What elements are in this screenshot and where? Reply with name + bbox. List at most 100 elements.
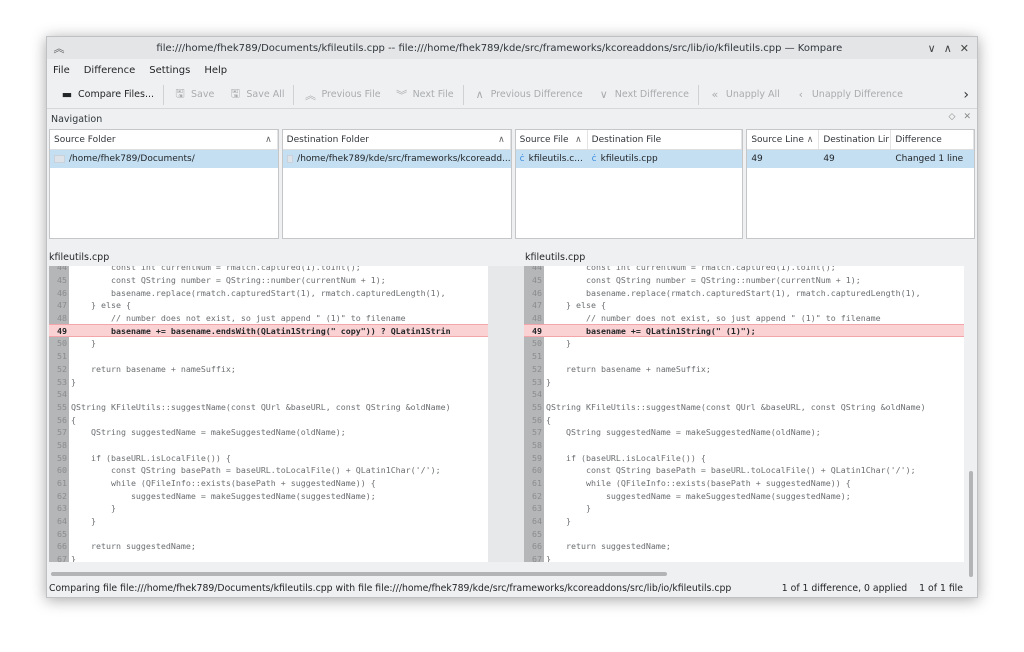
code-line[interactable]: 59 if (baseURL.isLocalFile()) { — [524, 451, 964, 464]
code-line[interactable]: 54 — [524, 387, 964, 401]
destination-line-header[interactable]: Destination Lir — [819, 130, 892, 149]
code-line[interactable]: 58 — [49, 438, 488, 452]
toolbar-overflow-chevron-icon[interactable]: › — [963, 87, 977, 103]
code-line[interactable]: 57 QString suggestedName = makeSuggested… — [524, 425, 964, 439]
destination-folder-header[interactable]: Destination Folder ∧ — [283, 130, 511, 149]
sort-ascending-icon: ∧ — [575, 134, 582, 145]
next-file-button[interactable]: ︾ Next File — [388, 84, 461, 106]
code-line[interactable]: 46 basename.replace(rmatch.capturedStart… — [49, 286, 488, 300]
code-line[interactable]: 53} — [49, 375, 488, 388]
close-button[interactable]: ✕ — [960, 42, 969, 55]
changed-code-line[interactable]: 49 basename += QLatin1String(" (1)"); — [524, 324, 964, 338]
code-line[interactable]: 62 suggestedName = makeSuggestedName(sug… — [49, 489, 488, 503]
code-line[interactable]: 46 basename.replace(rmatch.capturedStart… — [524, 286, 964, 300]
menu-difference[interactable]: Difference — [84, 65, 136, 76]
line-number: 55 — [49, 400, 69, 414]
code-line[interactable]: 56{ — [49, 413, 488, 426]
code-line[interactable]: 55 QString KFileUtils::suggestName(const … — [49, 400, 488, 414]
left-file-title: kfileutils.cpp — [49, 251, 110, 263]
code-line[interactable]: 59 if (baseURL.isLocalFile()) { — [49, 451, 488, 464]
code-line[interactable]: 52 return basename + nameSuffix; — [49, 362, 488, 376]
code-line[interactable]: 66 return suggestedName; — [49, 540, 488, 553]
code-line[interactable]: 53} — [524, 375, 964, 388]
line-number: 62 — [524, 489, 544, 503]
line-text: } else { — [71, 300, 131, 311]
source-line-number: 49 — [751, 154, 763, 164]
difference-row[interactable]: 49 49 Changed 1 line — [747, 150, 974, 168]
code-line[interactable]: 67} — [49, 552, 488, 562]
destination-code-pane[interactable]: 44 const int currentNum = rmatch.capture… — [524, 266, 964, 562]
code-line[interactable]: 64 } — [49, 514, 488, 528]
code-line[interactable]: 54 — [49, 387, 488, 401]
save-button[interactable]: 🖫 Save — [166, 84, 221, 106]
line-text: } — [546, 376, 551, 387]
menu-file[interactable]: File — [53, 65, 70, 76]
right-file-title: kfileutils.cpp — [525, 251, 586, 263]
code-line[interactable]: 64 } — [524, 514, 964, 528]
close-panel-icon[interactable]: ✕ — [963, 112, 971, 122]
maximize-button[interactable]: ∧ — [944, 42, 952, 55]
source-line-header[interactable]: Source Line ∧ — [747, 130, 820, 149]
previous-difference-button[interactable]: ∧ Previous Difference — [466, 84, 590, 106]
line-text: QString KFileUtils::suggestName(const QU… — [71, 401, 451, 412]
code-line[interactable]: 58 — [524, 438, 964, 452]
float-panel-icon[interactable]: ◇ — [949, 112, 956, 122]
destination-file-header[interactable]: Destination File — [588, 130, 743, 149]
line-text: } — [71, 516, 96, 527]
code-line[interactable]: 48 // number does not exist, so just app… — [49, 311, 488, 325]
line-text: return suggestedName; — [71, 541, 196, 552]
code-line[interactable]: 63 } — [524, 502, 964, 515]
vertical-scrollbar[interactable] — [969, 471, 973, 577]
line-text: const int currentNum = rmatch.captured(1… — [546, 266, 836, 273]
source-code-pane[interactable]: 44 const int currentNum = rmatch.capture… — [49, 266, 488, 562]
menu-help[interactable]: Help — [204, 65, 227, 76]
source-folder-row[interactable]: /home/fhek789/Documents/ — [50, 150, 278, 168]
code-line[interactable]: 47 } else { — [49, 299, 488, 312]
code-line[interactable]: 61 while (QFileInfo::exists(basePath + s… — [524, 476, 964, 490]
line-number: 50 — [49, 337, 69, 350]
cpp-file-icon: ċ — [591, 154, 597, 164]
save-all-button[interactable]: 🖫 Save All — [221, 84, 291, 106]
code-line[interactable]: 63 } — [49, 502, 488, 515]
code-line[interactable]: 62 suggestedName = makeSuggestedName(sug… — [524, 489, 964, 503]
unapply-difference-button[interactable]: ‹ Unapply Difference — [787, 84, 910, 106]
code-line[interactable]: 60 const QString basePath = baseURL.toLo… — [49, 464, 488, 477]
previous-file-button[interactable]: ︽ Previous File — [296, 84, 387, 106]
code-line[interactable]: 51 — [49, 349, 488, 363]
menu-settings[interactable]: Settings — [149, 65, 190, 76]
code-line[interactable]: 50 } — [524, 337, 964, 350]
code-line[interactable]: 55 QString KFileUtils::suggestName(const … — [524, 400, 964, 414]
line-number: 58 — [49, 438, 69, 452]
unapply-all-button[interactable]: « Unapply All — [701, 84, 787, 106]
code-line[interactable]: 52 return basename + nameSuffix; — [524, 362, 964, 376]
code-line[interactable]: 67} — [524, 552, 964, 562]
header-label: Destination File — [591, 134, 662, 145]
code-line[interactable]: 44 const int currentNum = rmatch.capture… — [49, 266, 488, 274]
code-line[interactable]: 47 } else { — [524, 299, 964, 312]
source-file-header[interactable]: Source File ∧ — [516, 130, 588, 149]
code-line[interactable]: 45 const QString number = QString::numbe… — [524, 273, 964, 287]
code-line[interactable]: 56{ — [524, 413, 964, 426]
next-file-label: Next File — [412, 89, 454, 100]
code-line[interactable]: 60 const QString basePath = baseURL.toLo… — [524, 464, 964, 477]
destination-folder-row[interactable]: /home/fhek789/kde/src/frameworks/kcoread… — [282, 150, 511, 168]
keep-above-icon[interactable]: ︽ — [47, 40, 71, 56]
horizontal-scrollbar[interactable] — [51, 572, 667, 576]
code-line[interactable]: 65 — [49, 527, 488, 541]
code-line[interactable]: 65 — [524, 527, 964, 541]
code-line[interactable]: 61 while (QFileInfo::exists(basePath + s… — [49, 476, 488, 490]
minimize-button[interactable]: ∨ — [928, 42, 936, 55]
compare-files-button[interactable]: ▬ Compare Files... — [53, 84, 161, 106]
code-line[interactable]: 57 QString suggestedName = makeSuggested… — [49, 425, 488, 439]
code-line[interactable]: 44 const int currentNum = rmatch.capture… — [524, 266, 964, 274]
code-line[interactable]: 50 } — [49, 337, 488, 350]
code-line[interactable]: 45 const QString number = QString::numbe… — [49, 273, 488, 287]
changed-code-line[interactable]: 49 basename += basename.endsWith(QLatin1… — [49, 324, 488, 338]
code-line[interactable]: 66 return suggestedName; — [524, 540, 964, 553]
next-difference-button[interactable]: ∨ Next Difference — [590, 84, 696, 106]
file-row[interactable]: ċ kfileutils.c... ċ kfileutils.cpp — [515, 150, 743, 168]
source-folder-header[interactable]: Source Folder ∧ — [50, 130, 278, 149]
code-line[interactable]: 48 // number does not exist, so just app… — [524, 311, 964, 325]
difference-header[interactable]: Difference — [891, 130, 974, 149]
code-line[interactable]: 51 — [524, 349, 964, 363]
